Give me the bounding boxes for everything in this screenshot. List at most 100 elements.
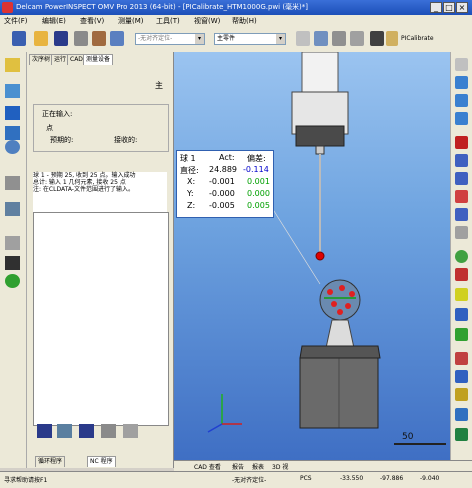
grid-icon[interactable] <box>5 236 20 250</box>
circle-icon[interactable] <box>5 140 20 154</box>
slot-icon[interactable] <box>5 176 20 190</box>
print-icon[interactable] <box>74 31 88 46</box>
menu-bar: 文件(F) 编辑(E) 查看(V) 测量(M) 工具(T) 视窗(W) 帮助(H… <box>0 15 472 27</box>
measure-tool-icon[interactable] <box>455 352 468 365</box>
tab-nc-program[interactable]: NC 程序 <box>87 456 116 467</box>
view-bottom-icon[interactable] <box>455 226 468 239</box>
view-iso-icon[interactable] <box>455 136 468 149</box>
right-toolbar <box>450 52 472 460</box>
sphere-icon[interactable] <box>5 274 20 288</box>
maximize-button[interactable]: □ <box>443 2 455 13</box>
save-icon[interactable] <box>54 31 68 46</box>
distance-icon[interactable] <box>5 202 20 216</box>
clip-icon[interactable] <box>455 328 468 341</box>
zoom-out-icon[interactable] <box>455 94 468 107</box>
view-top-icon[interactable] <box>455 154 468 167</box>
probe-tip <box>315 251 325 261</box>
tab-cad-view[interactable]: CAD 查看 <box>194 462 221 471</box>
menu-measure[interactable]: 测量(M) <box>118 16 144 26</box>
new-file-icon[interactable] <box>34 31 48 46</box>
row-dev: 0.000 <box>247 189 270 198</box>
open-program-icon[interactable] <box>57 424 72 438</box>
status-align: -无对齐定位- <box>232 477 267 484</box>
tab-measuring-device[interactable]: 测量设备 <box>83 54 114 65</box>
wizard-icon[interactable] <box>12 31 26 46</box>
measured-point <box>327 289 333 295</box>
section-icon[interactable] <box>455 308 468 321</box>
export-icon[interactable] <box>92 31 106 46</box>
save-program-icon[interactable] <box>37 424 52 438</box>
section-label: 主 <box>155 81 163 90</box>
tab-3d-view[interactable]: 3D 视 <box>272 462 288 471</box>
input-group-label: 正在输入: <box>42 110 73 118</box>
light-icon[interactable] <box>455 288 468 301</box>
chevron-down-icon[interactable]: ▾ <box>276 34 285 44</box>
part-select[interactable]: 主零件 ▾ <box>214 33 286 45</box>
close-button[interactable]: × <box>456 2 468 13</box>
log-area <box>33 212 169 426</box>
menu-edit[interactable]: 编辑(E) <box>42 16 66 26</box>
alignment-select[interactable]: -无对齐定位- ▾ <box>135 33 205 45</box>
input-group: 正在输入: 点 预期的: 接收的: <box>33 104 169 152</box>
tab-sequence-tree[interactable]: 次序树 <box>29 54 54 65</box>
row-label: X: <box>187 177 196 186</box>
machine-icon[interactable] <box>370 31 384 46</box>
view-back-icon[interactable] <box>455 208 468 221</box>
pointer-icon[interactable] <box>455 58 468 71</box>
align-icon[interactable] <box>314 31 328 46</box>
received-label: 接收的: <box>114 136 138 144</box>
label-icon[interactable] <box>455 388 468 401</box>
chevron-down-icon[interactable]: ▾ <box>195 34 204 44</box>
measure-icon[interactable] <box>332 31 346 46</box>
row-dev: 0.005 <box>247 201 270 210</box>
measured-point <box>349 291 355 297</box>
calibrate-icon[interactable] <box>386 31 398 46</box>
report-icon[interactable] <box>455 408 468 421</box>
wireframe-icon[interactable] <box>455 268 468 281</box>
view-front-icon[interactable] <box>455 172 468 185</box>
status-bar: 寻求帮助请按F1 -无对齐定位- PCS -33.550 -97.886 -9.… <box>0 471 472 488</box>
zoom-in-icon[interactable] <box>455 76 468 89</box>
probe-icon[interactable] <box>296 31 310 46</box>
measured-point <box>331 301 337 307</box>
minimize-button[interactable]: _ <box>430 2 442 13</box>
menu-tools[interactable]: 工具(T) <box>156 16 180 26</box>
plane-icon[interactable] <box>5 84 20 98</box>
settings-icon[interactable] <box>350 31 364 46</box>
annotate-icon[interactable] <box>455 370 468 383</box>
calibrate-label: PICalibrate <box>401 35 434 42</box>
menu-view[interactable]: 查看(V) <box>80 16 104 26</box>
stand-stem <box>325 319 355 349</box>
z-axis-arrow <box>207 423 223 433</box>
cad-viewport[interactable]: 50 球 1 Act: 偏差: 直径: 24.889 -0.114 X: -0.… <box>174 52 450 460</box>
print-program-icon[interactable] <box>101 424 116 438</box>
tab-cycle-program[interactable]: 循环程序 <box>35 456 66 467</box>
menu-window[interactable]: 视窗(W) <box>194 16 220 26</box>
app-icon <box>2 2 13 13</box>
reset-program-icon[interactable] <box>123 424 138 438</box>
menu-help[interactable]: 帮助(H) <box>232 16 257 26</box>
stand-top <box>299 345 381 359</box>
tools-icon[interactable] <box>455 428 468 441</box>
point-icon[interactable] <box>5 126 20 140</box>
log-text: 球 1 - 预期 25, 收到 25 点。输入成功 总计: 输入 1 几何元素,… <box>33 172 167 212</box>
measured-point <box>337 309 343 315</box>
surface-icon[interactable] <box>5 256 20 270</box>
geometry-icon[interactable] <box>5 58 20 72</box>
status-coord-system: PCS <box>300 475 312 482</box>
shaded-icon[interactable] <box>455 250 468 263</box>
import-icon[interactable] <box>110 31 124 46</box>
probe-ring <box>295 125 345 147</box>
zoom-fit-icon[interactable] <box>455 112 468 125</box>
scale-label: 50 <box>402 432 414 442</box>
menu-file[interactable]: 文件(F) <box>4 16 28 26</box>
result-dev-header: 偏差: <box>247 154 266 163</box>
view-side-icon[interactable] <box>455 190 468 203</box>
tab-tables[interactable]: 报表 <box>252 462 264 471</box>
tab-report[interactable]: 报告 <box>232 462 244 471</box>
view-tabs: CAD 查看 报告 报表 3D 视 <box>174 460 472 471</box>
export-program-icon[interactable] <box>79 424 94 438</box>
line-icon[interactable] <box>5 106 20 120</box>
row-act: -0.005 <box>209 201 235 210</box>
status-y: -97.886 <box>380 475 404 482</box>
